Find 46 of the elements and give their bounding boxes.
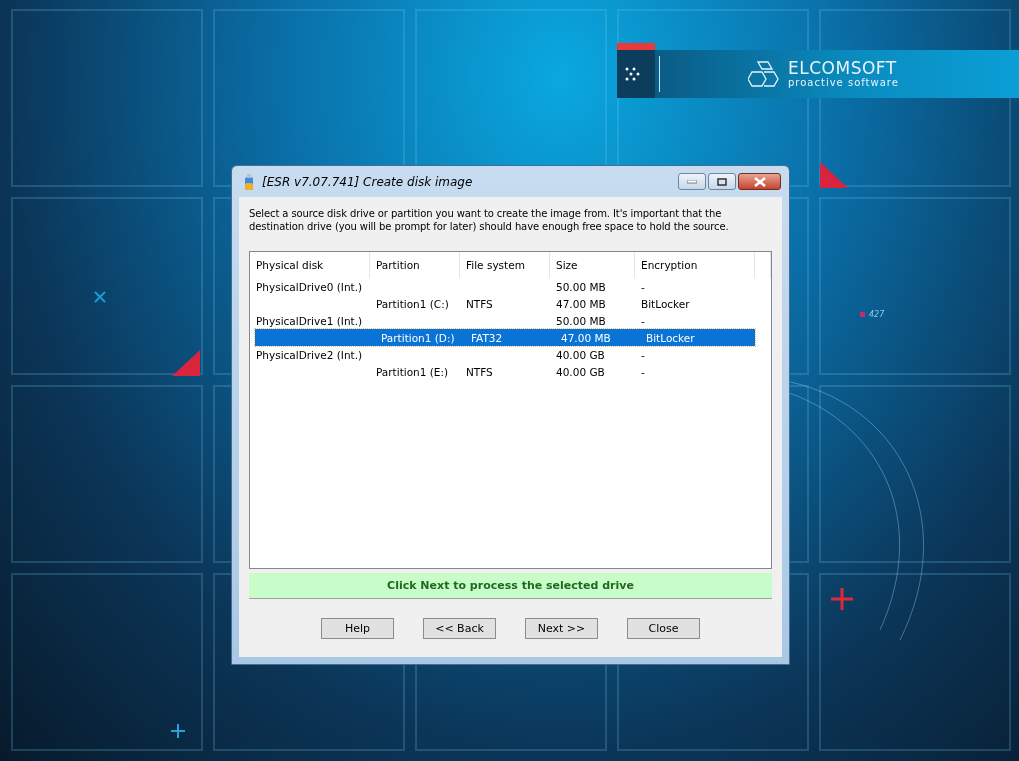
dialog-button[interactable]: Close [627,618,700,639]
table-cell-text: BitLocker [640,297,691,310]
column-header[interactable]: File system [460,252,550,278]
table-cell-text: PhysicalDrive2 (Int.) [255,348,364,361]
plus-icon [170,723,186,739]
selected-row[interactable]: Partition1 (D:) FAT32 47.00 MB BitLocker [255,329,755,346]
table-cell-text: NTFS [465,297,494,310]
cross-icon [94,291,106,303]
table-cell-text: Partition1 (C:) [375,297,450,310]
app-icon [242,172,256,191]
window-title: [ESR v7.07.741] Create disk image [262,174,474,189]
brand-tagline: proactive software [788,77,899,88]
column-header[interactable]: Encryption [635,252,755,278]
plus-icon [829,586,855,612]
triangle-icon [820,162,848,188]
close-button[interactable] [738,173,781,190]
maximize-icon [717,177,727,186]
column-header[interactable]: Partition [370,252,460,278]
table-cell-text: - [640,365,646,378]
table-cell-text: Partition1 (E:) [375,365,450,378]
table-cell-text: 50.00 MB [555,280,607,293]
table-cell-text: PhysicalDrive0 (Int.) [255,280,364,293]
brand-name: ELCOMSOFT [788,60,898,77]
minimize-icon [687,179,697,184]
table-cell-text: PhysicalDrive1 (Int.) [255,314,364,327]
dialog-button[interactable]: Help [321,618,394,639]
dialog-button[interactable]: << Back [423,618,496,639]
maximize-button[interactable] [708,173,736,190]
table-cell-text: - [640,280,646,293]
dialog-button[interactable]: Next >> [525,618,598,639]
table-cell-text: NTFS [465,365,494,378]
minimize-button[interactable] [678,173,706,190]
square-icon [860,312,865,317]
column-header[interactable]: Physical disk [250,252,370,278]
table-cell-text: 40.00 GB [555,365,606,378]
close-icon [753,176,766,187]
triangle-icon [172,350,200,376]
table-cell-text: - [640,314,646,327]
table-cell-text: 40.00 GB [555,348,606,361]
marker-label: 427 [869,310,885,319]
table-cell-text: 50.00 MB [555,314,607,327]
instruction-text: Select a source disk drive or partition you want to create the image from. It's important that the destination drive (you will be prompt for later) should have enough free space to hold the source. [249,207,730,233]
table-cell-text: 47.00 MB [555,297,607,310]
table-cell-text: - [640,348,646,361]
status-message: Click Next to process the selected drive [249,573,772,599]
column-header[interactable]: Size [550,252,635,278]
